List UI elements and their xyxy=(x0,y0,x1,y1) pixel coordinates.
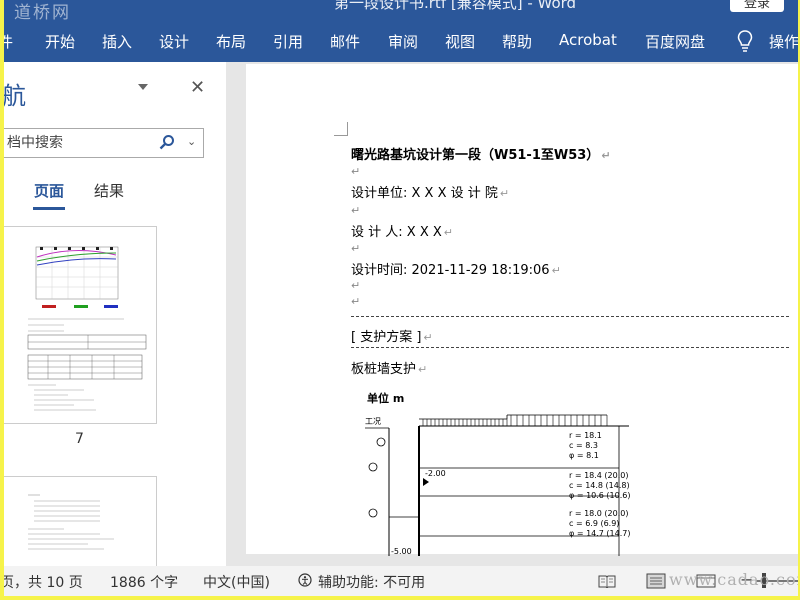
paragraph-mark: ↵ xyxy=(351,204,361,217)
document-page[interactable]: 曙光路基坑设计第一段（W51-1至W53） ↵ ↵ 设计单位: X X X 设 计… xyxy=(246,64,798,556)
drawing-layer-label: 工况 xyxy=(365,417,381,426)
paragraph-mark: ↵ xyxy=(351,165,361,178)
designer-line: 设 计 人: X X X ↵ xyxy=(351,225,453,240)
lightbulb-icon[interactable] xyxy=(737,30,753,52)
tab-references[interactable]: 引用 xyxy=(273,31,303,52)
page-margin-mark xyxy=(334,122,348,136)
status-word-count[interactable]: 1886 个字 xyxy=(110,572,178,592)
window-title: 第一段设计书.rtf [兼容模式] - Word xyxy=(334,0,577,12)
tab-file[interactable]: 件 xyxy=(4,31,13,52)
nav-search-box: ⌄ xyxy=(4,128,204,158)
status-accessibility[interactable]: 辅助功能: 不可用 xyxy=(318,572,425,592)
drawing-unit-label: 单位 m xyxy=(367,391,404,405)
soil-param: c = 14.8 (14.8) xyxy=(569,481,630,490)
page-thumbnail-number: 7 xyxy=(75,431,84,447)
tab-review[interactable]: 审阅 xyxy=(388,31,418,52)
section-heading: [ 支护方案 ] ↵ xyxy=(351,330,433,345)
design-time-line: 设计时间: 2021-11-29 18:19:06 ↵ xyxy=(351,263,561,278)
watermark-text: www.cadao.com xyxy=(669,570,798,589)
soil-param: r = 18.0 (20.0) xyxy=(569,509,629,518)
page-thumbnail-preview xyxy=(27,246,147,411)
soil-param: φ = 14.7 (14.7) xyxy=(569,529,630,538)
tab-baidu-netdisk[interactable]: 百度网盘 xyxy=(645,31,705,52)
paragraph-mark: ↵ xyxy=(351,242,361,255)
soil-param: r = 18.1 xyxy=(569,431,602,440)
page-thumbnail[interactable] xyxy=(4,226,157,424)
status-bar: 页，共 10 页 1886 个字 中文(中国) 辅助功能: 不可用 − www.… xyxy=(4,566,798,596)
tab-layout[interactable]: 布局 xyxy=(216,31,246,52)
watermark-logo: 道桥网 xyxy=(14,3,71,20)
paragraph-mark: ↵ xyxy=(351,279,361,292)
page-thumbnail[interactable] xyxy=(4,476,157,568)
support-method-line: 板桩墙支护 ↵ xyxy=(351,362,428,377)
search-icon[interactable] xyxy=(159,134,175,150)
nav-pane-title: 航 xyxy=(4,82,26,110)
search-options-chevron-icon[interactable]: ⌄ xyxy=(187,135,196,148)
dashed-separator xyxy=(351,316,789,317)
print-layout-icon[interactable] xyxy=(646,573,666,589)
paragraph-mark: ↵ xyxy=(351,295,361,308)
ribbon-tabs: 件 开始 插入 设计 布局 引用 邮件 审阅 视图 帮助 Acrobat 百度网… xyxy=(4,20,798,62)
tab-design[interactable]: 设计 xyxy=(159,31,189,52)
navigation-pane: 航 ✕ ⌄ 页面 结果 xyxy=(4,62,226,568)
soil-param: c = 6.9 (6.9) xyxy=(569,519,619,528)
document-heading: 曙光路基坑设计第一段（W51-1至W53） ↵ xyxy=(351,148,611,163)
tab-help[interactable]: 帮助 xyxy=(502,31,532,52)
soil-param: φ = 10.6 (10.6) xyxy=(569,491,630,500)
soil-param: r = 18.4 (20.0) xyxy=(569,471,629,480)
nav-search-input[interactable] xyxy=(7,132,157,154)
tell-me-box[interactable]: 操作 xyxy=(769,31,798,52)
soil-param: c = 8.3 xyxy=(569,441,598,450)
support-section-drawing: 单位 m 工况 -2.00 -5.00 r = 18.1 c = 8.3 φ =… xyxy=(365,391,630,556)
active-tab-indicator xyxy=(33,207,65,210)
status-page-count[interactable]: 页，共 10 页 xyxy=(4,572,83,592)
nav-options-dropdown-icon[interactable] xyxy=(138,84,148,90)
tab-results[interactable]: 结果 xyxy=(94,180,124,201)
tab-mailings[interactable]: 邮件 xyxy=(330,31,360,52)
accessibility-icon[interactable] xyxy=(298,573,316,589)
tab-pages[interactable]: 页面 xyxy=(34,180,64,201)
excavation-level-label: -2.00 xyxy=(425,469,446,478)
tab-home[interactable]: 开始 xyxy=(45,31,75,52)
tab-insert[interactable]: 插入 xyxy=(102,31,132,52)
word-window: 道桥网 第一段设计书.rtf [兼容模式] - Word 登录 件 开始 插入 … xyxy=(4,0,798,596)
login-button[interactable]: 登录 xyxy=(730,0,784,12)
design-unit-line: 设计单位: X X X 设 计 院 ↵ xyxy=(351,186,510,201)
read-mode-icon[interactable] xyxy=(598,574,616,588)
document-area: 曙光路基坑设计第一段（W51-1至W53） ↵ ↵ 设计单位: X X X 设 计… xyxy=(226,62,798,566)
soil-param: φ = 8.1 xyxy=(569,451,599,460)
title-bar: 道桥网 第一段设计书.rtf [兼容模式] - Word 登录 xyxy=(4,0,798,20)
status-language[interactable]: 中文(中国) xyxy=(203,572,270,592)
tab-view[interactable]: 视图 xyxy=(445,31,475,52)
nav-close-icon[interactable]: ✕ xyxy=(190,77,205,98)
dashed-separator xyxy=(351,347,789,348)
page-thumbnail-preview xyxy=(28,494,114,550)
tab-acrobat[interactable]: Acrobat xyxy=(559,31,617,49)
pile-bottom-level-label: -5.00 xyxy=(391,547,412,556)
